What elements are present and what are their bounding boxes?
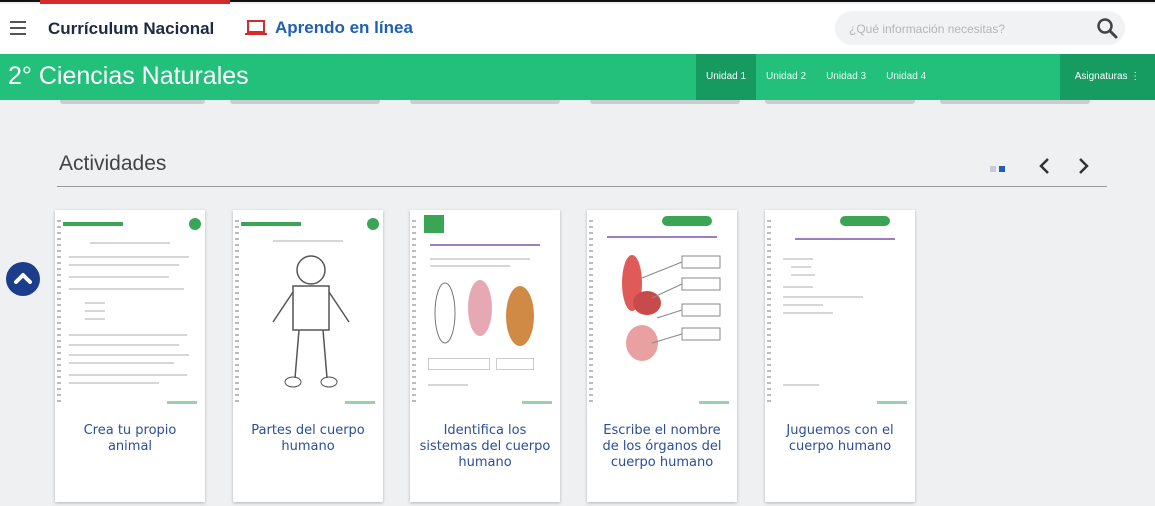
course-bar: 2° Ciencias Naturales Unidad 1 Unidad 2 …: [0, 54, 1155, 100]
top-navigation: Currículum Nacional Aprendo en línea: [0, 4, 1155, 54]
card-title: Crea tu propio animal: [83, 423, 177, 454]
search-box: [835, 11, 1125, 45]
tab-unidad-2[interactable]: Unidad 2: [756, 54, 816, 100]
asignaturas-menu-button[interactable]: Asignaturas ⋮: [1060, 54, 1155, 100]
scroll-to-top-button[interactable]: [6, 262, 40, 296]
worksheet-thumbnail: [410, 210, 560, 410]
section-title: Actividades: [59, 152, 167, 175]
activity-card-identifica-los-sistemas[interactable]: Identifica los sistemas del cuerpo human…: [410, 210, 560, 502]
section-divider: [57, 186, 1107, 187]
tab-unidad-1[interactable]: Unidad 1: [696, 54, 757, 100]
course-title: 2° Ciencias Naturales: [8, 62, 249, 90]
carousel-indicators: [990, 166, 1005, 172]
worksheet-thumbnail: [765, 210, 915, 410]
tab-unidad-4[interactable]: Unidad 4: [876, 54, 936, 100]
worksheet-thumbnail: [233, 210, 383, 410]
search-input[interactable]: [847, 17, 1071, 41]
activity-card-partes-del-cuerpo-humano[interactable]: Partes del cuerpo humano: [233, 210, 383, 502]
carousel-dot[interactable]: [990, 166, 996, 172]
worksheet-thumbnail: [55, 210, 205, 410]
activity-card-crea-tu-propio-animal[interactable]: Crea tu propio animal: [55, 210, 205, 502]
asignaturas-label: Asignaturas: [1074, 71, 1128, 82]
aprendo-en-linea-link[interactable]: Aprendo en línea: [245, 18, 413, 38]
activity-card-escribe-el-nombre-organos[interactable]: Escribe el nombre de los órganos del cue…: [587, 210, 737, 502]
search-icon[interactable]: [1095, 16, 1119, 40]
chevron-up-icon: [14, 273, 32, 284]
chevron-left-icon[interactable]: [1035, 155, 1055, 177]
hamburger-menu-icon[interactable]: [10, 21, 26, 35]
collapsed-tabs: [0, 100, 1155, 106]
brand-name[interactable]: Currículum Nacional: [48, 19, 214, 39]
vertical-dots-icon: ⋮: [1130, 71, 1141, 82]
chevron-right-icon[interactable]: [1073, 155, 1093, 177]
unit-tabs: Unidad 1 Unidad 2 Unidad 3 Unidad 4: [696, 54, 936, 100]
card-title: Escribe el nombre de los órganos del cue…: [602, 423, 722, 470]
card-title: Juguemos con el cuerpo humano: [786, 423, 894, 454]
card-title: Partes del cuerpo humano: [251, 423, 365, 454]
activity-card-juguemos-con-el-cuerpo[interactable]: Juguemos con el cuerpo humano: [765, 210, 915, 502]
laptop-icon: [245, 20, 267, 35]
tab-unidad-3[interactable]: Unidad 3: [816, 54, 876, 100]
aprendo-label: Aprendo en línea: [275, 18, 413, 37]
card-title: Identifica los sistemas del cuerpo human…: [419, 423, 551, 470]
worksheet-thumbnail: [587, 210, 737, 410]
carousel-dot-active[interactable]: [999, 166, 1005, 172]
